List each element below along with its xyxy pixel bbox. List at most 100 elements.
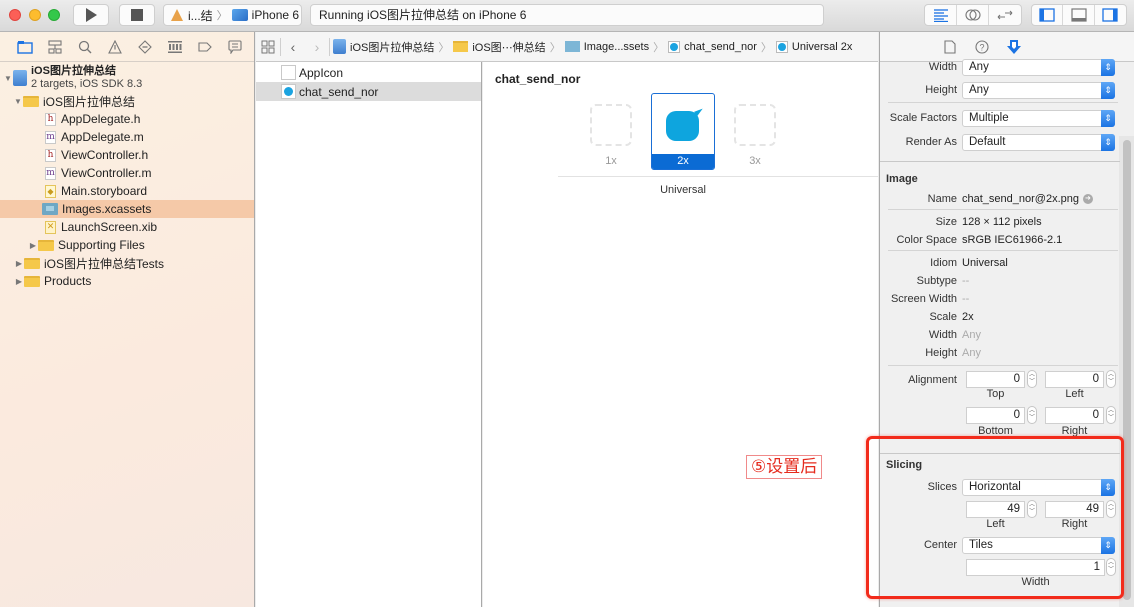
tab-debug-navigator[interactable] bbox=[160, 32, 190, 62]
tab-symbol-navigator[interactable] bbox=[40, 32, 70, 62]
tree-item-project[interactable]: ▼ iOS图片拉伸总结 2 targets, iOS SDK 8.3 bbox=[0, 64, 254, 92]
scheme-selector[interactable]: i...结 〉 iPhone 6 bbox=[163, 4, 302, 26]
folder-icon bbox=[453, 41, 469, 52]
tree-item-label: Images.xcassets bbox=[62, 202, 152, 216]
back-button[interactable]: ‹ bbox=[281, 32, 305, 62]
image-slot-2x-selected[interactable]: 2x bbox=[651, 93, 715, 170]
run-button[interactable] bbox=[73, 4, 109, 26]
toggle-navigator-button[interactable] bbox=[1032, 5, 1064, 25]
height-popup[interactable]: Any ⇕ bbox=[962, 81, 1115, 99]
asset-list: AppIcon chat_send_nor bbox=[256, 62, 482, 607]
tree-item-group[interactable]: ▶ iOS图片拉伸总结Tests bbox=[0, 254, 254, 272]
divider bbox=[888, 365, 1118, 366]
width-popup[interactable]: Any ⇕ bbox=[962, 58, 1115, 76]
inspector-scrollbar-thumb[interactable] bbox=[1123, 140, 1131, 600]
tree-item-label: Supporting Files bbox=[58, 238, 145, 252]
disclosure-expanded-icon[interactable]: ▼ bbox=[3, 74, 13, 83]
close-window-button[interactable] bbox=[9, 9, 21, 21]
image-width-value: Any bbox=[962, 329, 981, 341]
tree-item-file[interactable]: h ViewController.h bbox=[0, 146, 254, 164]
disclosure-collapsed-icon[interactable]: ▶ bbox=[28, 241, 38, 250]
tab-attributes-inspector[interactable] bbox=[1003, 36, 1025, 58]
tree-item-file[interactable]: h AppDelegate.h bbox=[0, 110, 254, 128]
forward-button[interactable]: › bbox=[305, 32, 329, 62]
asset-list-item-selected[interactable]: chat_send_nor bbox=[256, 82, 481, 101]
tree-item-group[interactable]: ▼ iOS图片拉伸总结 bbox=[0, 92, 254, 110]
name-label: Name bbox=[927, 193, 957, 205]
image-slot-1x[interactable] bbox=[590, 104, 632, 146]
breadcrumb-project[interactable]: iOS图片拉伸总结 bbox=[330, 39, 437, 55]
stop-button[interactable] bbox=[119, 4, 155, 26]
implementation-file-icon: m bbox=[45, 166, 56, 180]
chevron-right-icon: 〉 bbox=[549, 41, 561, 54]
tree-item-file[interactable]: ✕ LaunchScreen.xib bbox=[0, 218, 254, 236]
tab-issue-navigator[interactable] bbox=[100, 32, 130, 62]
tab-find-navigator[interactable] bbox=[70, 32, 100, 62]
disclosure-expanded-icon[interactable]: ▼ bbox=[13, 97, 23, 106]
related-items-button[interactable] bbox=[256, 32, 280, 62]
alignment-bottom-field[interactable]: 0 bbox=[966, 407, 1025, 424]
image-slot-3x[interactable] bbox=[734, 104, 776, 146]
breadcrumb-image-slot[interactable]: Universal 2x bbox=[773, 40, 856, 53]
tree-item-file[interactable]: m AppDelegate.m bbox=[0, 128, 254, 146]
color-space-label: Color Space bbox=[896, 234, 957, 246]
asset-catalog-icon bbox=[564, 41, 580, 52]
tree-item-file[interactable]: ◆ Main.storyboard bbox=[0, 182, 254, 200]
center-width-label: Width bbox=[1021, 576, 1050, 588]
tree-item-group[interactable]: ▶ Products bbox=[0, 272, 254, 290]
tab-quick-help[interactable]: ? bbox=[971, 36, 993, 58]
alignment-left-field[interactable]: 0 bbox=[1045, 371, 1104, 388]
alignment-right-field[interactable]: 0 bbox=[1045, 407, 1104, 424]
alignment-bottom-stepper[interactable]: ︿ ﹀ bbox=[1027, 406, 1037, 424]
disclosure-collapsed-icon[interactable]: ▶ bbox=[14, 259, 24, 268]
slice-left-field[interactable]: 49 bbox=[966, 501, 1025, 518]
slot-label-2x: 2x bbox=[652, 154, 714, 169]
alignment-top-field[interactable]: 0 bbox=[966, 371, 1025, 388]
render-as-popup[interactable]: Default ⇕ bbox=[962, 133, 1115, 151]
alignment-top-stepper[interactable]: ︿ ﹀ bbox=[1027, 370, 1037, 388]
center-width-stepper[interactable]: ︿ ﹀ bbox=[1106, 558, 1116, 576]
reveal-arrow-icon[interactable]: ➜ bbox=[1082, 194, 1093, 204]
help-icon: ? bbox=[975, 39, 989, 54]
scheme-device-label[interactable]: iPhone 6 bbox=[252, 8, 299, 22]
folder-icon bbox=[23, 95, 39, 107]
popup-arrows-icon: ⇕ bbox=[1101, 478, 1115, 496]
jump-bar: ‹ › iOS图片拉伸总结 〉 iOS图⋯伸总结 〉 Image...ssets… bbox=[256, 32, 878, 62]
breadcrumb-image-set[interactable]: chat_send_nor bbox=[665, 40, 760, 53]
image-set-icon bbox=[668, 40, 681, 53]
slice-left-stepper[interactable]: ︿ ﹀ bbox=[1027, 500, 1037, 518]
center-width-field[interactable]: 1 bbox=[966, 559, 1105, 576]
image-width-label: Width bbox=[928, 329, 957, 341]
name-value: chat_send_nor@2x.png bbox=[962, 193, 1079, 205]
tree-item-file[interactable]: m ViewController.m bbox=[0, 164, 254, 182]
center-popup[interactable]: Tiles ⇕ bbox=[962, 536, 1115, 554]
slices-popup[interactable]: Horizontal ⇕ bbox=[962, 478, 1115, 496]
tree-item-file-selected[interactable]: Images.xcassets bbox=[0, 200, 254, 218]
toggle-debug-area-button[interactable] bbox=[1063, 5, 1095, 25]
row-color-space: Color Space sRGB IEC61966-2.1 bbox=[880, 231, 1120, 249]
tab-test-navigator[interactable] bbox=[130, 32, 160, 62]
slice-right-stepper[interactable]: ︿ ﹀ bbox=[1106, 500, 1116, 518]
tab-project-navigator[interactable] bbox=[10, 32, 40, 62]
breadcrumb-group[interactable]: iOS图⋯伸总结 bbox=[450, 39, 548, 55]
alignment-right-stepper[interactable]: ︿ ﹀ bbox=[1106, 406, 1116, 424]
tree-item-label: Products bbox=[44, 274, 92, 288]
alignment-left-stepper[interactable]: ︿ ﹀ bbox=[1106, 370, 1116, 388]
tab-file-inspector[interactable] bbox=[939, 36, 961, 58]
standard-editor-button[interactable] bbox=[925, 5, 957, 25]
zoom-window-button[interactable] bbox=[48, 9, 60, 21]
scale-factors-popup[interactable]: Multiple ⇕ bbox=[962, 109, 1115, 127]
storyboard-file-icon: ◆ bbox=[45, 184, 56, 198]
version-editor-button[interactable] bbox=[989, 5, 1021, 25]
assistant-editor-button[interactable] bbox=[957, 5, 989, 25]
alignment-bottom-label: Bottom bbox=[978, 425, 1013, 437]
minimize-window-button[interactable] bbox=[29, 9, 41, 21]
tree-item-group[interactable]: ▶ Supporting Files bbox=[0, 236, 254, 254]
tab-report-navigator[interactable] bbox=[220, 32, 250, 62]
disclosure-collapsed-icon[interactable]: ▶ bbox=[14, 277, 24, 286]
breadcrumb-asset-catalog[interactable]: Image...ssets bbox=[562, 41, 652, 53]
slice-right-field[interactable]: 49 bbox=[1045, 501, 1104, 518]
asset-list-item[interactable]: AppIcon bbox=[256, 63, 481, 82]
tab-breakpoint-navigator[interactable] bbox=[190, 32, 220, 62]
toggle-utilities-button[interactable] bbox=[1095, 5, 1126, 25]
